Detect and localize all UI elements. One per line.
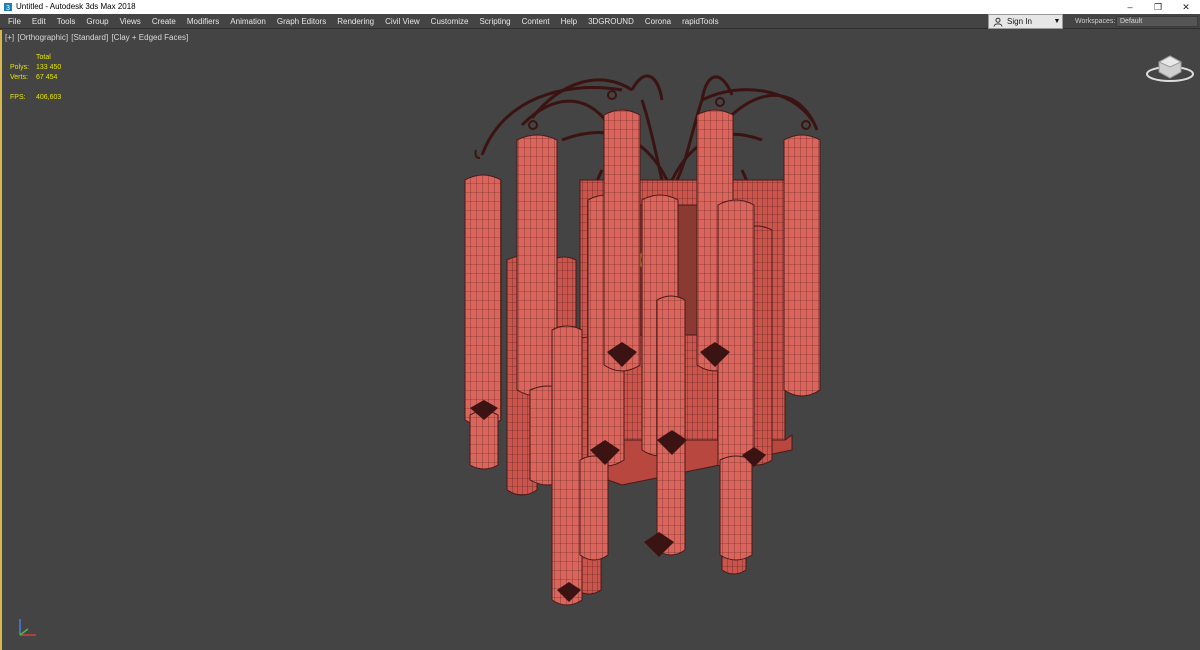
menu-animation[interactable]: Animation [226, 14, 273, 29]
menu-group[interactable]: Group [82, 14, 115, 29]
menu-rendering[interactable]: Rendering [333, 14, 381, 29]
menu-views[interactable]: Views [116, 14, 148, 29]
sign-in-label: Sign In [1007, 17, 1032, 26]
menu-edit[interactable]: Edit [28, 14, 53, 29]
menu-rapidtools[interactable]: rapidTools [678, 14, 725, 29]
close-button[interactable]: ✕ [1172, 0, 1200, 14]
menu-customize[interactable]: Customize [427, 14, 476, 29]
menu-scripting[interactable]: Scripting [475, 14, 517, 29]
main-menu: File Edit Tools Group Views Create Modifiers An… [0, 14, 726, 29]
menu-modifiers[interactable]: Modifiers [183, 14, 226, 29]
menu-file[interactable]: File [4, 14, 28, 29]
menu-help[interactable]: Help [557, 14, 584, 29]
workspaces-label: Workspaces: [1075, 18, 1116, 25]
chandelier-model[interactable] [2, 30, 1200, 650]
menu-graph-editors[interactable]: Graph Editors [273, 14, 333, 29]
menu-create[interactable]: Create [148, 14, 183, 29]
axis-tripod-icon [19, 619, 36, 636]
menu-civil-view[interactable]: Civil View [381, 14, 427, 29]
menu-tools[interactable]: Tools [53, 14, 83, 29]
title-bar: 3 Untitled - Autodesk 3ds Max 2018 – ❐ ✕ [0, 0, 1200, 14]
sign-in-button[interactable]: Sign In ▼ [988, 14, 1063, 29]
window-title: Untitled - Autodesk 3ds Max 2018 [16, 2, 136, 11]
minimize-button[interactable]: – [1116, 0, 1144, 14]
perspective-viewport[interactable]: [+] [Orthographic] [Standard] [Clay + Ed… [0, 30, 1200, 650]
3dsmax-app-icon: 3 [3, 2, 13, 12]
menu-bar: File Edit Tools Group Views Create Modifiers An… [0, 14, 1200, 29]
user-icon [992, 16, 1004, 28]
workspace-select[interactable]: Default [1116, 16, 1198, 27]
restore-button[interactable]: ❐ [1144, 0, 1172, 14]
menu-3dground[interactable]: 3DGROUND [584, 14, 641, 29]
svg-text:3: 3 [6, 5, 10, 12]
menu-content[interactable]: Content [518, 14, 557, 29]
menu-corona[interactable]: Corona [641, 14, 678, 29]
chevron-down-icon: ▼ [1053, 18, 1061, 25]
viewcube-icon[interactable] [1145, 50, 1195, 85]
